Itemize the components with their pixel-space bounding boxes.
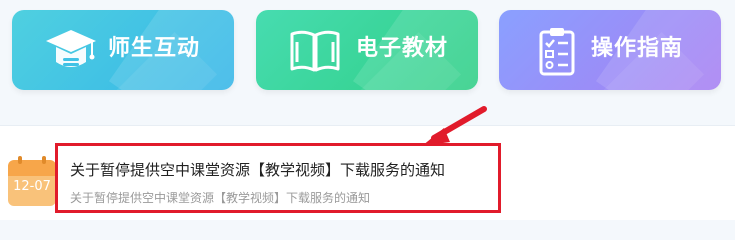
quick-links: 师生互动 电子教材 操作指南 xyxy=(0,0,735,108)
calendar-header xyxy=(8,160,56,176)
clipboard-checklist-icon xyxy=(539,28,575,76)
notice-title[interactable]: 关于暂停提供空中课堂资源【教学视频】下载服务的通知 xyxy=(70,160,445,180)
notice-item[interactable]: 关于暂停提供空中课堂资源【教学视频】下载服务的通知 关于暂停提供空中课堂资源【教… xyxy=(55,143,501,213)
arrow-annotation-icon xyxy=(422,106,487,146)
tile-electronic-textbook[interactable]: 电子教材 xyxy=(256,10,478,90)
tile-teacher-student-interaction[interactable]: 师生互动 xyxy=(12,10,234,90)
tile-label: 电子教材 xyxy=(356,36,449,61)
tile-label: 操作指南 xyxy=(591,36,684,61)
calendar-ring xyxy=(18,156,22,164)
calendar-ring xyxy=(42,156,46,164)
open-book-icon xyxy=(290,30,340,72)
tile-label: 师生互动 xyxy=(108,36,201,61)
calendar-icon: 12-07 xyxy=(8,156,56,206)
notice-date: 12-07 xyxy=(13,179,51,194)
notice-subtitle: 关于暂停提供空中课堂资源【教学视频】下载服务的通知 xyxy=(70,191,371,205)
tile-operation-guide[interactable]: 操作指南 xyxy=(499,10,721,90)
graduation-cap-icon xyxy=(46,30,96,67)
